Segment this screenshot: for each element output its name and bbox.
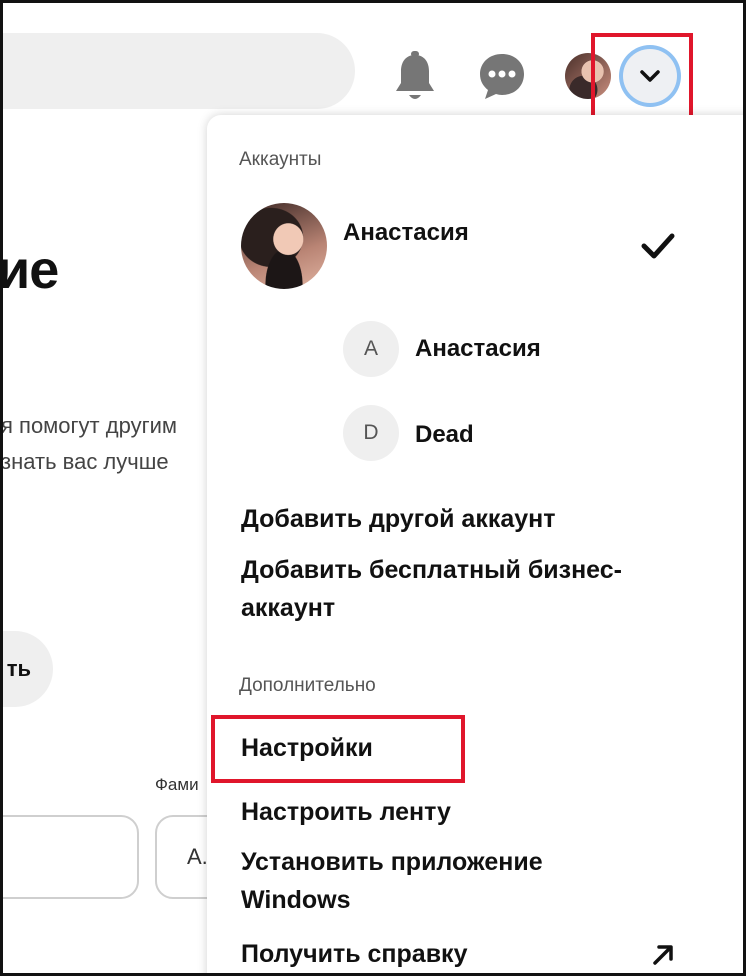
more-section-label: Дополнительно [239, 675, 376, 696]
get-help-item[interactable]: Получить справку [241, 935, 467, 973]
current-account-name[interactable]: Анастасия [343, 219, 469, 247]
chat-icon[interactable] [477, 51, 527, 101]
surname-label: Фами [155, 775, 199, 794]
page-heading: ие [0, 240, 59, 300]
current-account-avatar[interactable] [241, 203, 327, 289]
search-bar[interactable] [3, 33, 355, 109]
highlight-box-settings [211, 715, 465, 783]
account-avatar-a[interactable]: A [343, 321, 399, 377]
add-account-item[interactable]: Добавить другой аккаунт [241, 500, 556, 538]
account-name-anastasia[interactable]: Анастасия [415, 335, 541, 363]
checkmark-icon [641, 233, 675, 259]
page-description-line1: я помогут другим [1, 413, 178, 438]
add-business-line2: аккаунт [241, 594, 336, 622]
name-input[interactable] [3, 815, 139, 899]
app-window: ие я помогут другим знать вас лучше ть Ф… [0, 0, 746, 976]
page-description-line2: знать вас лучше [1, 449, 169, 474]
highlight-box-menu-button [591, 33, 693, 123]
account-avatar-d[interactable]: D [343, 405, 399, 461]
account-name-dead[interactable]: Dead [415, 421, 474, 449]
page-action-label: ть [6, 656, 31, 681]
customize-feed-item[interactable]: Настроить ленту [241, 793, 451, 831]
account-initial: A [363, 337, 378, 360]
add-business-account-item[interactable]: Добавить бесплатный бизнес- аккаунт [241, 551, 622, 627]
bell-icon[interactable] [391, 51, 439, 103]
accounts-section-label: Аккаунты [239, 149, 322, 170]
account-initial: D [363, 421, 379, 444]
external-link-arrow-icon [653, 945, 673, 965]
surname-input-value: А. [187, 844, 208, 869]
install-app-item[interactable]: Установить приложение Windows [241, 843, 543, 919]
page-action-button[interactable]: ть [3, 631, 53, 707]
add-business-line1: Добавить бесплатный бизнес- [241, 556, 622, 584]
install-app-line1: Установить приложение [241, 848, 543, 876]
install-app-line2: Windows [241, 886, 351, 914]
